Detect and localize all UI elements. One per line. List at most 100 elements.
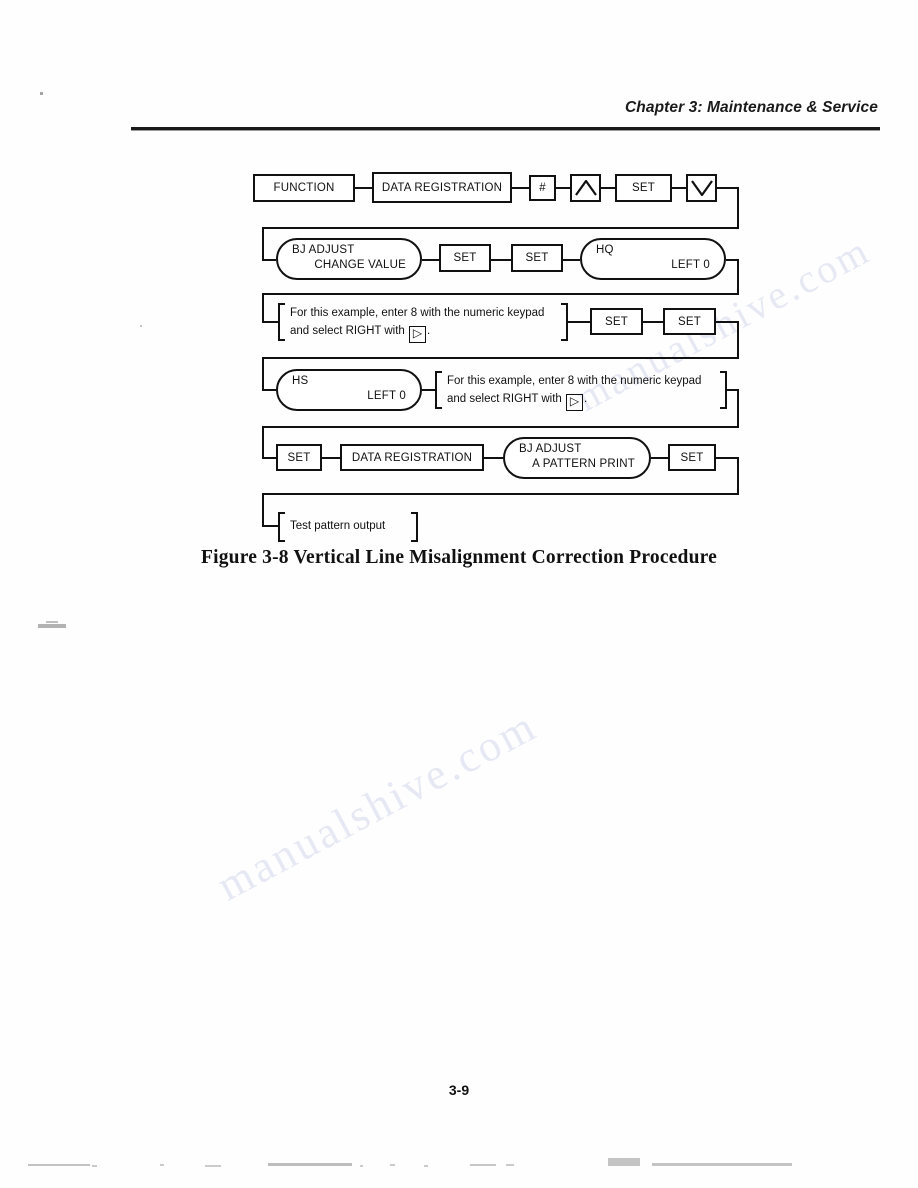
flow-note-line1: Test pattern output <box>290 520 386 533</box>
flow-node-set: SET <box>590 308 643 335</box>
flow-node-label: SET <box>453 252 477 264</box>
connector-segment <box>484 457 503 459</box>
connector-segment <box>556 187 570 189</box>
scan-artifact-bottom-edge <box>424 1165 428 1167</box>
bracket-right-icon <box>411 512 418 542</box>
connector-segment <box>601 187 615 189</box>
connector-segment <box>716 457 739 459</box>
flow-node-label: SET <box>632 182 655 194</box>
connector-segment <box>262 493 739 495</box>
bracket-left-icon <box>278 303 285 341</box>
flow-note-line1: For this example, enter 8 with the numer… <box>447 375 702 387</box>
scan-artifact <box>140 325 142 327</box>
connector-segment <box>262 493 264 527</box>
right-arrow-key-icon: ▷ <box>409 325 427 343</box>
connector-segment <box>716 321 739 323</box>
connector-segment <box>322 457 340 459</box>
flow-node-label: FUNCTION <box>273 182 335 194</box>
connector-segment <box>512 187 529 189</box>
bracket-left-icon <box>278 512 285 542</box>
flow-node-up-arrow-key <box>570 174 601 202</box>
scan-artifact-bottom-edge <box>390 1164 395 1166</box>
scan-artifact-bottom-edge <box>608 1158 640 1166</box>
connector-segment <box>737 457 739 495</box>
flow-node-label: DATA REGISTRATION <box>381 181 503 194</box>
flow-node-hs-left-0: HS LEFT 0 <box>276 369 422 411</box>
flow-note-test-pattern-output: Test pattern output <box>278 512 418 542</box>
connector-segment <box>672 187 686 189</box>
connector-segment <box>643 321 663 323</box>
flow-node-label: # <box>539 182 546 194</box>
flow-note-line1: For this example, enter 8 with the numer… <box>290 307 545 319</box>
scan-artifact-bottom-edge <box>506 1164 514 1166</box>
flow-node-set: SET <box>276 444 322 471</box>
connector-segment <box>563 259 580 261</box>
flow-node-label: SET <box>525 252 549 264</box>
flow-note-line2-post: . <box>427 324 431 337</box>
bracket-right-icon <box>720 371 727 409</box>
triangle-down-icon <box>690 180 713 196</box>
scan-artifact-bottom-edge <box>652 1163 792 1166</box>
flow-node-set: SET <box>615 174 672 202</box>
flow-node-label-line1: BJ ADJUST <box>519 443 582 455</box>
flow-node-label-line1: HQ <box>596 244 614 256</box>
connector-segment <box>422 389 435 391</box>
flow-node-label: SET <box>605 315 628 328</box>
flow-node-data-registration: DATA REGISTRATION <box>340 444 484 471</box>
scan-artifact-bottom-edge <box>470 1164 496 1166</box>
flow-node-down-arrow-key <box>686 174 717 202</box>
flow-node-label: SET <box>287 451 311 464</box>
connector-segment <box>491 259 511 261</box>
scan-artifact <box>38 624 66 628</box>
flow-node-set: SET <box>511 244 563 272</box>
connector-segment <box>262 357 264 391</box>
connector-segment <box>262 426 739 428</box>
flow-node-label: SET <box>680 451 704 464</box>
connector-segment <box>262 321 278 323</box>
flow-node-set: SET <box>668 444 716 471</box>
scan-artifact-bottom-edge <box>268 1163 352 1166</box>
bracket-left-icon <box>435 371 442 409</box>
flow-note-line2: and select RIGHT with ▷. <box>290 323 556 343</box>
connector-segment <box>262 227 739 229</box>
connector-segment <box>262 259 276 261</box>
connector-segment <box>262 227 264 261</box>
connector-segment <box>355 187 372 189</box>
flow-note-enter-8-right: For this example, enter 8 with the numer… <box>435 371 727 411</box>
connector-segment <box>651 457 668 459</box>
flow-node-label: DATA REGISTRATION <box>351 451 473 464</box>
flow-note-line2-post: . <box>584 392 588 405</box>
flow-node-label-line2: LEFT 0 <box>367 390 406 403</box>
watermark-text: manualshive.com <box>209 700 545 911</box>
connector-segment <box>262 293 264 323</box>
connector-segment <box>262 293 739 295</box>
connector-segment <box>737 389 739 428</box>
connector-segment <box>262 525 278 527</box>
right-arrow-key-icon: ▷ <box>566 393 584 411</box>
flow-node-data-registration: DATA REGISTRATION <box>372 172 512 203</box>
flow-node-bj-adjust-a-pattern-print: BJ ADJUST A PATTERN PRINT <box>503 437 651 479</box>
flow-node-hash-key: # <box>529 175 556 201</box>
flow-node-set: SET <box>439 244 491 272</box>
connector-segment <box>737 259 739 295</box>
flow-note-line2: and select RIGHT with ▷. <box>447 391 715 411</box>
flow-note-line2-pre: and select RIGHT with <box>447 392 566 405</box>
scan-artifact <box>46 621 58 623</box>
procedure-flow-diagram: FUNCTION DATA REGISTRATION # SET BJ ADJU… <box>0 0 918 600</box>
triangle-up-icon <box>574 180 597 196</box>
flow-note-enter-8-right: For this example, enter 8 with the numer… <box>278 303 568 343</box>
document-page: manualshive.com manualshive.com Chapter … <box>0 0 918 1188</box>
connector-segment <box>737 187 739 229</box>
flow-node-label-line2: A PATTERN PRINT <box>532 458 635 471</box>
connector-segment <box>262 357 739 359</box>
scan-artifact-bottom-edge <box>28 1164 90 1166</box>
connector-segment <box>422 259 439 261</box>
connector-segment <box>737 321 739 359</box>
scan-artifact-bottom-edge <box>92 1165 97 1167</box>
flow-node-label-line2: CHANGE VALUE <box>314 259 406 272</box>
connector-segment <box>262 389 276 391</box>
connector-segment <box>568 321 590 323</box>
flow-node-function: FUNCTION <box>253 174 355 202</box>
connector-segment <box>262 457 276 459</box>
flow-node-hq-left-0: HQ LEFT 0 <box>580 238 726 280</box>
